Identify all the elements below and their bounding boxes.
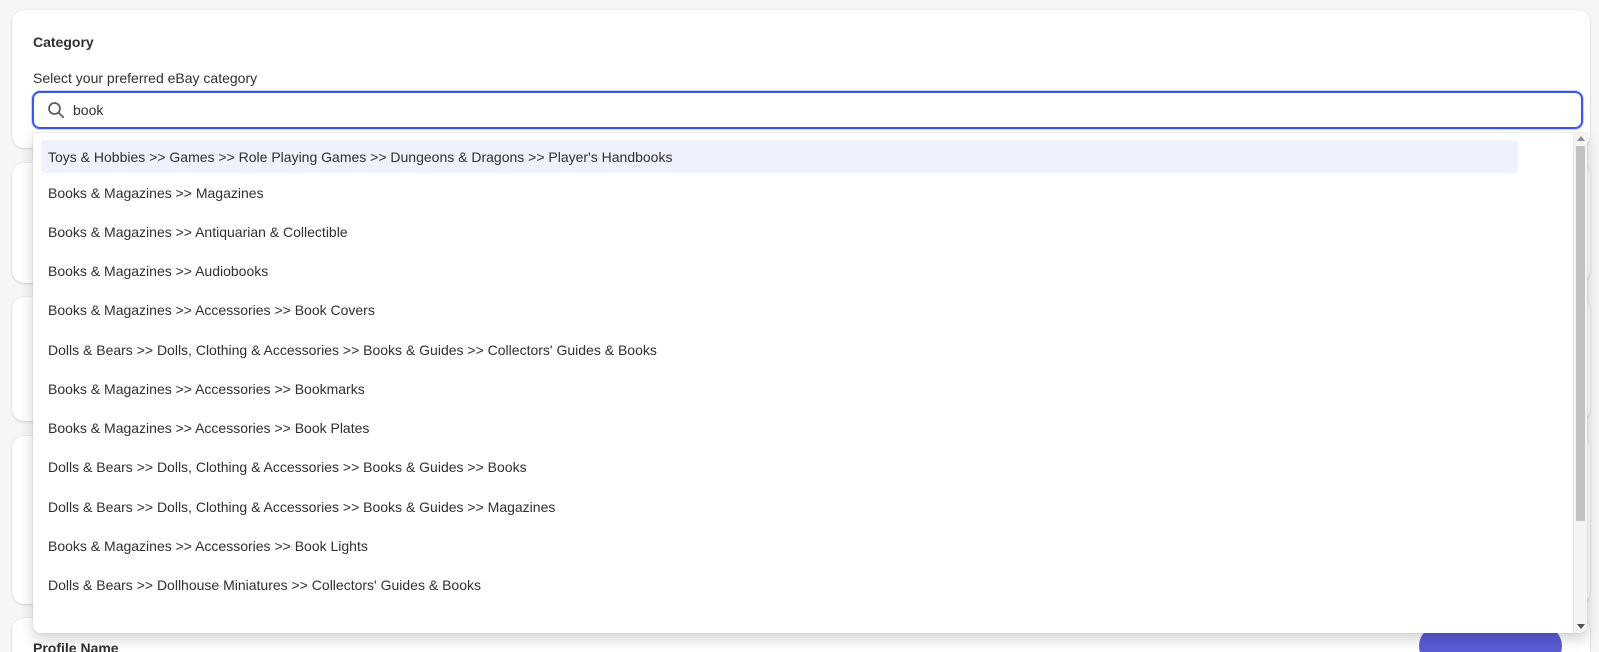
suggestion-option[interactable]: Books & Magazines >> Antiquarian & Colle… bbox=[41, 212, 1518, 251]
scroll-down-arrow-icon[interactable] bbox=[1577, 624, 1585, 629]
page: Category Select your preferred eBay cate… bbox=[0, 0, 1599, 652]
category-title: Category bbox=[33, 34, 94, 50]
suggestion-option[interactable]: Dolls & Bears >> Dolls, Clothing & Acces… bbox=[41, 448, 1518, 487]
suggestion-option[interactable]: Books & Magazines >> Accessories >> Book… bbox=[41, 409, 1518, 448]
suggestion-list: Toys & Hobbies >> Games >> Role Playing … bbox=[41, 140, 1518, 605]
category-search-input[interactable] bbox=[73, 93, 1581, 127]
suggestion-option[interactable]: Dolls & Bears >> Dollhouse Miniatures >>… bbox=[41, 566, 1518, 605]
scrollbar-thumb[interactable] bbox=[1576, 146, 1585, 521]
profile-name-title: Profile Name bbox=[33, 640, 119, 652]
category-search-box[interactable] bbox=[32, 91, 1583, 129]
suggestion-option[interactable]: Books & Magazines >> Accessories >> Book… bbox=[41, 291, 1518, 330]
suggestion-option[interactable]: Books & Magazines >> Magazines bbox=[41, 173, 1518, 212]
category-card: Category Select your preferred eBay cate… bbox=[12, 10, 1590, 148]
category-suggestions-dropdown: Toys & Hobbies >> Games >> Role Playing … bbox=[33, 133, 1587, 633]
suggestion-option[interactable]: Books & Magazines >> Accessories >> Book… bbox=[41, 526, 1518, 565]
search-icon bbox=[45, 99, 67, 121]
suggestion-option[interactable]: Dolls & Bears >> Dolls, Clothing & Acces… bbox=[41, 330, 1518, 369]
scroll-up-arrow-icon[interactable] bbox=[1577, 136, 1585, 141]
suggestion-option[interactable]: Dolls & Bears >> Dolls, Clothing & Acces… bbox=[41, 487, 1518, 526]
suggestion-option[interactable]: Books & Magazines >> Audiobooks bbox=[41, 252, 1518, 291]
category-field-label: Select your preferred eBay category bbox=[33, 70, 258, 86]
suggestion-option[interactable]: Books & Magazines >> Accessories >> Book… bbox=[41, 369, 1518, 408]
dropdown-scrollbar[interactable] bbox=[1573, 133, 1587, 633]
suggestion-option[interactable]: Toys & Hobbies >> Games >> Role Playing … bbox=[41, 140, 1518, 173]
